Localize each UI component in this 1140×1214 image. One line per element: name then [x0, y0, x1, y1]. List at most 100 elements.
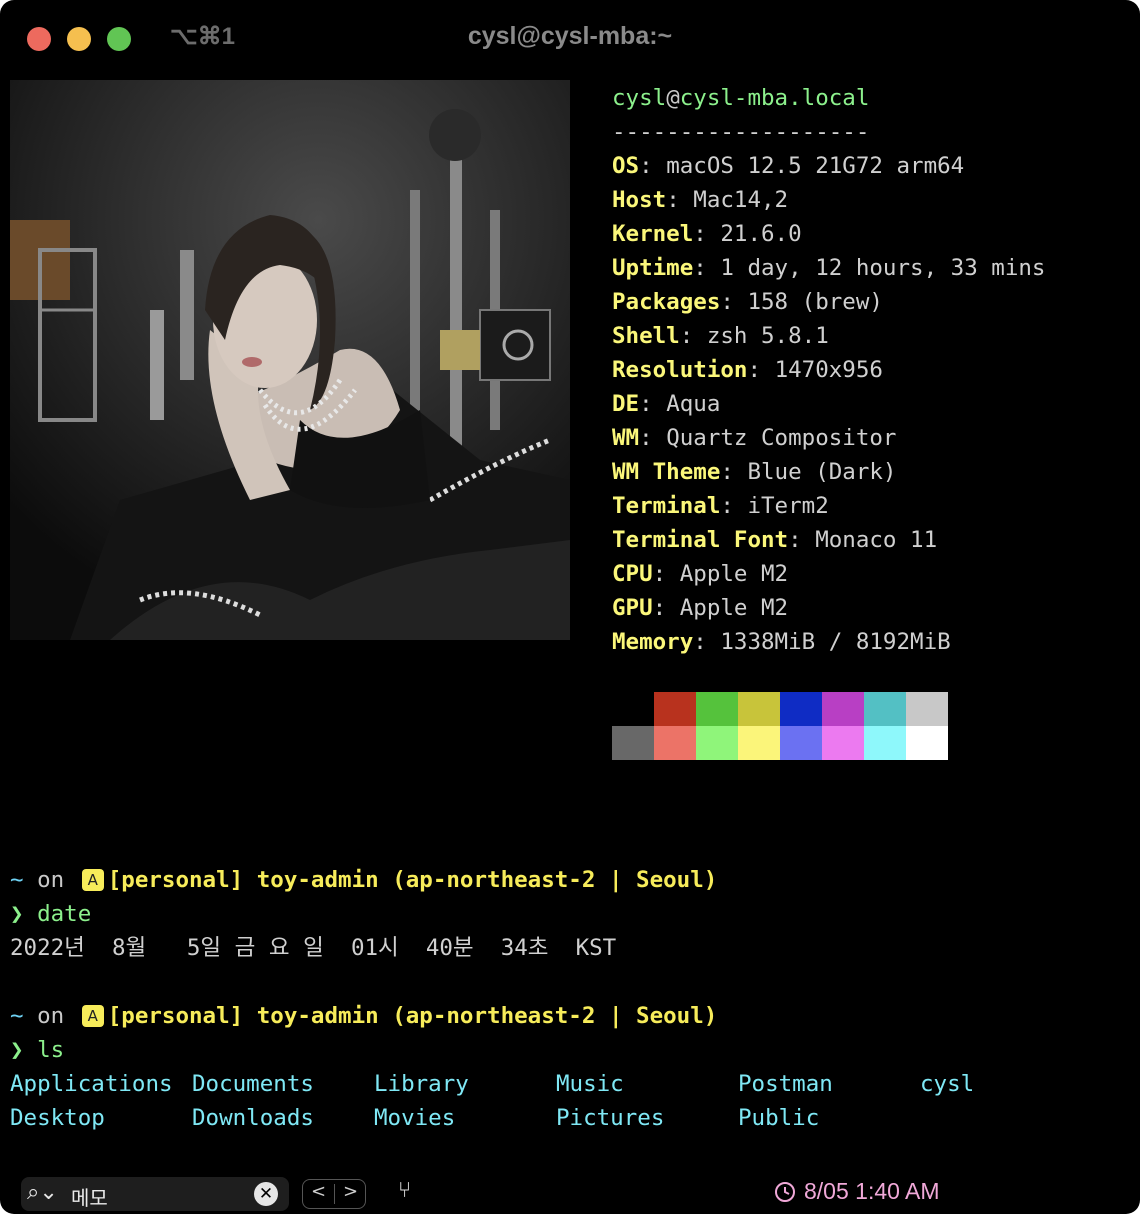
color-swatch [654, 692, 696, 726]
cwd: ~ [10, 1003, 24, 1029]
aws-icon: A [81, 869, 104, 891]
info-key: WM [612, 425, 640, 451]
search-icon[interactable]: ⌕⌄ [27, 1180, 58, 1205]
info-value: zsh 5.8.1 [706, 323, 829, 349]
command-output: 2022년 8월 5일 금 요 일 01시 40분 34초 KST [10, 935, 617, 961]
info-row-wm: WM: Quartz Compositor [612, 425, 897, 451]
search-input[interactable]: 메모 [71, 1182, 108, 1211]
prompt-on: on [37, 1003, 65, 1029]
color-swatch [780, 692, 822, 726]
color-swatch [864, 726, 906, 760]
color-swatch [864, 692, 906, 726]
ls-entry: Pictures [556, 1105, 665, 1131]
ls-entry: Postman [738, 1071, 833, 1097]
info-row-resolution: Resolution: 1470x956 [612, 357, 883, 383]
info-key: Shell [612, 323, 680, 349]
info-value: Monaco 11 [815, 527, 938, 553]
info-key: Host [612, 187, 667, 213]
neofetch-user-host: cysl@cysl-mba.local [612, 81, 869, 115]
terminal-window: ⌥⌘1 cysl@cysl-mba:~ cysl@cysl-mba.local … [0, 0, 1140, 1214]
info-key: Memory [612, 629, 694, 655]
info-row-wm-theme: WM Theme: Blue (Dark) [612, 459, 897, 485]
command-text: ls [37, 1037, 65, 1063]
info-key: OS [612, 153, 640, 179]
info-key: Resolution [612, 357, 748, 383]
info-value: 1338MiB / 8192MiB [720, 629, 951, 655]
info-key: Uptime [612, 255, 694, 281]
neofetch-image [10, 80, 570, 640]
info-value: Quartz Compositor [666, 425, 897, 451]
info-value: 21.6.0 [720, 221, 802, 247]
neofetch-user: cysl [612, 85, 667, 111]
color-swatch [654, 726, 696, 760]
color-swatch [906, 726, 948, 760]
info-value: iTerm2 [747, 493, 829, 519]
clock-icon [775, 1182, 795, 1202]
info-key: GPU [612, 595, 653, 621]
ls-entry: Desktop [10, 1105, 105, 1131]
aws-icon: A [81, 1005, 104, 1027]
neofetch-separator: ------------------- [612, 119, 870, 145]
neofetch-host: cysl-mba.local [679, 85, 870, 111]
ls-entry: Documents [192, 1071, 314, 1097]
info-row-de: DE: Aqua [612, 391, 721, 417]
color-swatch [738, 692, 780, 726]
clock-status: 8/05 1:40 AM [774, 1178, 940, 1205]
color-swatch [906, 692, 948, 726]
find-next-button[interactable]: > [335, 1181, 366, 1202]
datetime-text: 8/05 1:40 AM [804, 1178, 940, 1204]
info-row-uptime: Uptime: 1 day, 12 hours, 33 mins [612, 255, 1046, 281]
ls-entry: Music [556, 1071, 624, 1097]
color-swatch [738, 726, 780, 760]
prompt-line: ~ on A [personal] toy-admin (ap-northeast… [10, 999, 717, 1033]
info-value: Mac14,2 [693, 187, 789, 213]
info-row-host: Host: Mac14,2 [612, 187, 789, 213]
info-value: Apple M2 [679, 595, 789, 621]
info-value: 1470x956 [774, 357, 883, 383]
status-bar: ⌕⌄ 메모 ✕ < > ⑂ 8/05 1:40 AM [0, 1170, 1140, 1214]
aws-profile: [personal] toy-admin (ap-northeast-2 | S… [107, 1003, 718, 1029]
neofetch-at: @ [666, 85, 680, 111]
color-swatch [696, 726, 738, 760]
prompt-chevron: ❯ [10, 1037, 24, 1063]
info-value: macOS 12.5 21G72 arm64 [666, 153, 965, 179]
info-value: Aqua [666, 391, 721, 417]
find-nav-buttons: < > [302, 1179, 366, 1209]
info-key: Packages [612, 289, 721, 315]
info-row-memory: Memory: 1338MiB / 8192MiB [612, 629, 951, 655]
find-field[interactable]: ⌕⌄ 메모 ✕ [21, 1177, 289, 1211]
aws-profile: [personal] toy-admin (ap-northeast-2 | S… [107, 867, 718, 893]
prompt-chevron: ❯ [10, 901, 24, 927]
prompt-on: on [37, 867, 65, 893]
color-swatch [822, 726, 864, 760]
color-swatch [822, 692, 864, 726]
find-previous-button[interactable]: < [303, 1181, 334, 1202]
info-key: Terminal [612, 493, 721, 519]
ls-entry: Movies [374, 1105, 456, 1131]
info-value: Apple M2 [679, 561, 789, 587]
ls-entry: Public [738, 1105, 820, 1131]
ls-entry: Downloads [192, 1105, 314, 1131]
color-swatch [612, 726, 654, 760]
info-row-packages: Packages: 158 (brew) [612, 289, 883, 315]
color-swatch [612, 692, 654, 726]
color-swatch [696, 692, 738, 726]
info-row-terminal: Terminal: iTerm2 [612, 493, 829, 519]
ls-entry: Library [374, 1071, 469, 1097]
info-value: 158 (brew) [747, 289, 883, 315]
info-row-terminal-font: Terminal Font: Monaco 11 [612, 527, 938, 553]
prompt-line: ~ on A [personal] toy-admin (ap-northeast… [10, 863, 717, 897]
window-title: cysl@cysl-mba:~ [467, 22, 673, 50]
info-key: Terminal Font [612, 527, 789, 553]
clear-search-icon[interactable]: ✕ [254, 1182, 278, 1206]
info-key: WM Theme [612, 459, 721, 485]
git-branch-icon: ⑂ [398, 1178, 412, 1203]
info-row-kernel: Kernel: 21.6.0 [612, 221, 802, 247]
info-row-gpu: GPU: Apple M2 [612, 595, 789, 621]
info-value: Blue (Dark) [747, 459, 897, 485]
command-text: date [37, 901, 92, 927]
title-bar: ⌥⌘1 cysl@cysl-mba:~ [0, 0, 1140, 76]
command-line: ❯ date [10, 897, 91, 931]
info-row-os: OS: macOS 12.5 21G72 arm64 [612, 153, 965, 179]
command-line: ❯ ls [10, 1033, 64, 1067]
